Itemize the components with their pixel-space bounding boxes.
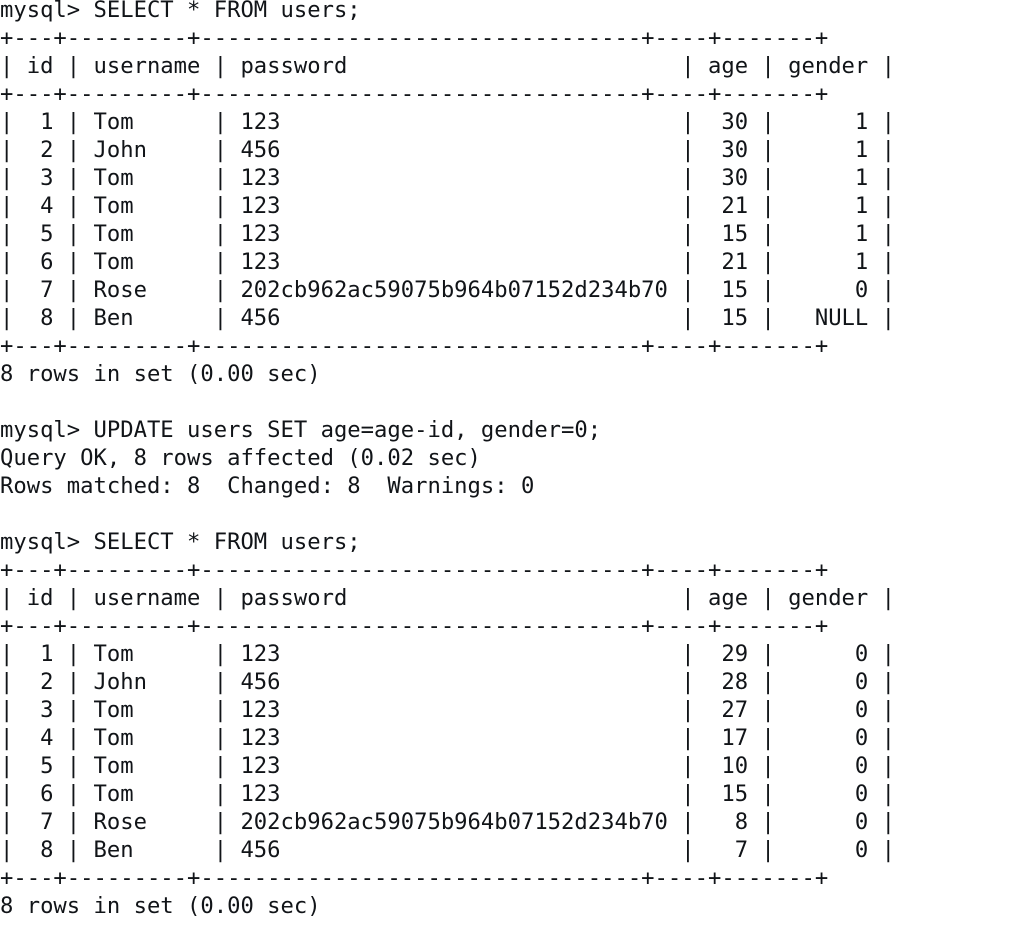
- users-table-before-header-rule: +---+---------+-------------------------…: [0, 81, 829, 107]
- table-row: | 3 | Tom | 123 | 30 | 1 |: [0, 165, 895, 191]
- users-table-after-header-row: | id | username | password | age | gende…: [0, 585, 895, 611]
- query-ok-status: Query OK, 8 rows affected (0.02 sec): [0, 445, 481, 471]
- table-row: | 2 | John | 456 | 28 | 0 |: [0, 669, 895, 695]
- table-row: | 8 | Ben | 456 | 15 | NULL |: [0, 305, 895, 331]
- table-row: | 3 | Tom | 123 | 27 | 0 |: [0, 697, 895, 723]
- table-row: | 6 | Tom | 123 | 15 | 0 |: [0, 781, 895, 807]
- users-table-after-header-rule: +---+---------+-------------------------…: [0, 613, 829, 639]
- rows-in-set-after: 8 rows in set (0.00 sec): [0, 893, 321, 919]
- table-row: | 6 | Tom | 123 | 21 | 1 |: [0, 249, 895, 275]
- users-table-after-bottom-rule: +---+---------+-------------------------…: [0, 865, 829, 891]
- table-row: | 1 | Tom | 123 | 30 | 1 |: [0, 109, 895, 135]
- table-row: | 4 | Tom | 123 | 17 | 0 |: [0, 725, 895, 751]
- rows-matched-status: Rows matched: 8 Changed: 8 Warnings: 0: [0, 473, 535, 499]
- users-table-before-bottom-rule: +---+---------+-------------------------…: [0, 333, 829, 359]
- table-row: | 2 | John | 456 | 30 | 1 |: [0, 137, 895, 163]
- table-row: | 8 | Ben | 456 | 7 | 0 |: [0, 837, 895, 863]
- table-row: | 5 | Tom | 123 | 15 | 1 |: [0, 221, 895, 247]
- update-users-command: mysql> UPDATE users SET age=age-id, gend…: [0, 417, 602, 443]
- select-users-before: mysql> SELECT * FROM users;: [0, 0, 361, 23]
- users-table-before-top-rule: +---+---------+-------------------------…: [0, 25, 829, 51]
- blank-line-1: [0, 388, 1022, 416]
- users-table-before-header-row: | id | username | password | age | gende…: [0, 53, 895, 79]
- table-row: | 1 | Tom | 123 | 29 | 0 |: [0, 641, 895, 667]
- blank-line-2: [0, 500, 1022, 528]
- table-row: | 4 | Tom | 123 | 21 | 1 |: [0, 193, 895, 219]
- table-row: | 7 | Rose | 202cb962ac59075b964b07152d2…: [0, 809, 895, 835]
- table-row: | 5 | Tom | 123 | 10 | 0 |: [0, 753, 895, 779]
- table-row: | 7 | Rose | 202cb962ac59075b964b07152d2…: [0, 277, 895, 303]
- rows-in-set-before: 8 rows in set (0.00 sec): [0, 361, 321, 387]
- select-users-after: mysql> SELECT * FROM users;: [0, 529, 361, 555]
- terminal-output[interactable]: mysql> SELECT * FROM users; +---+--------…: [0, 0, 1022, 920]
- users-table-after-top-rule: +---+---------+-------------------------…: [0, 557, 829, 583]
